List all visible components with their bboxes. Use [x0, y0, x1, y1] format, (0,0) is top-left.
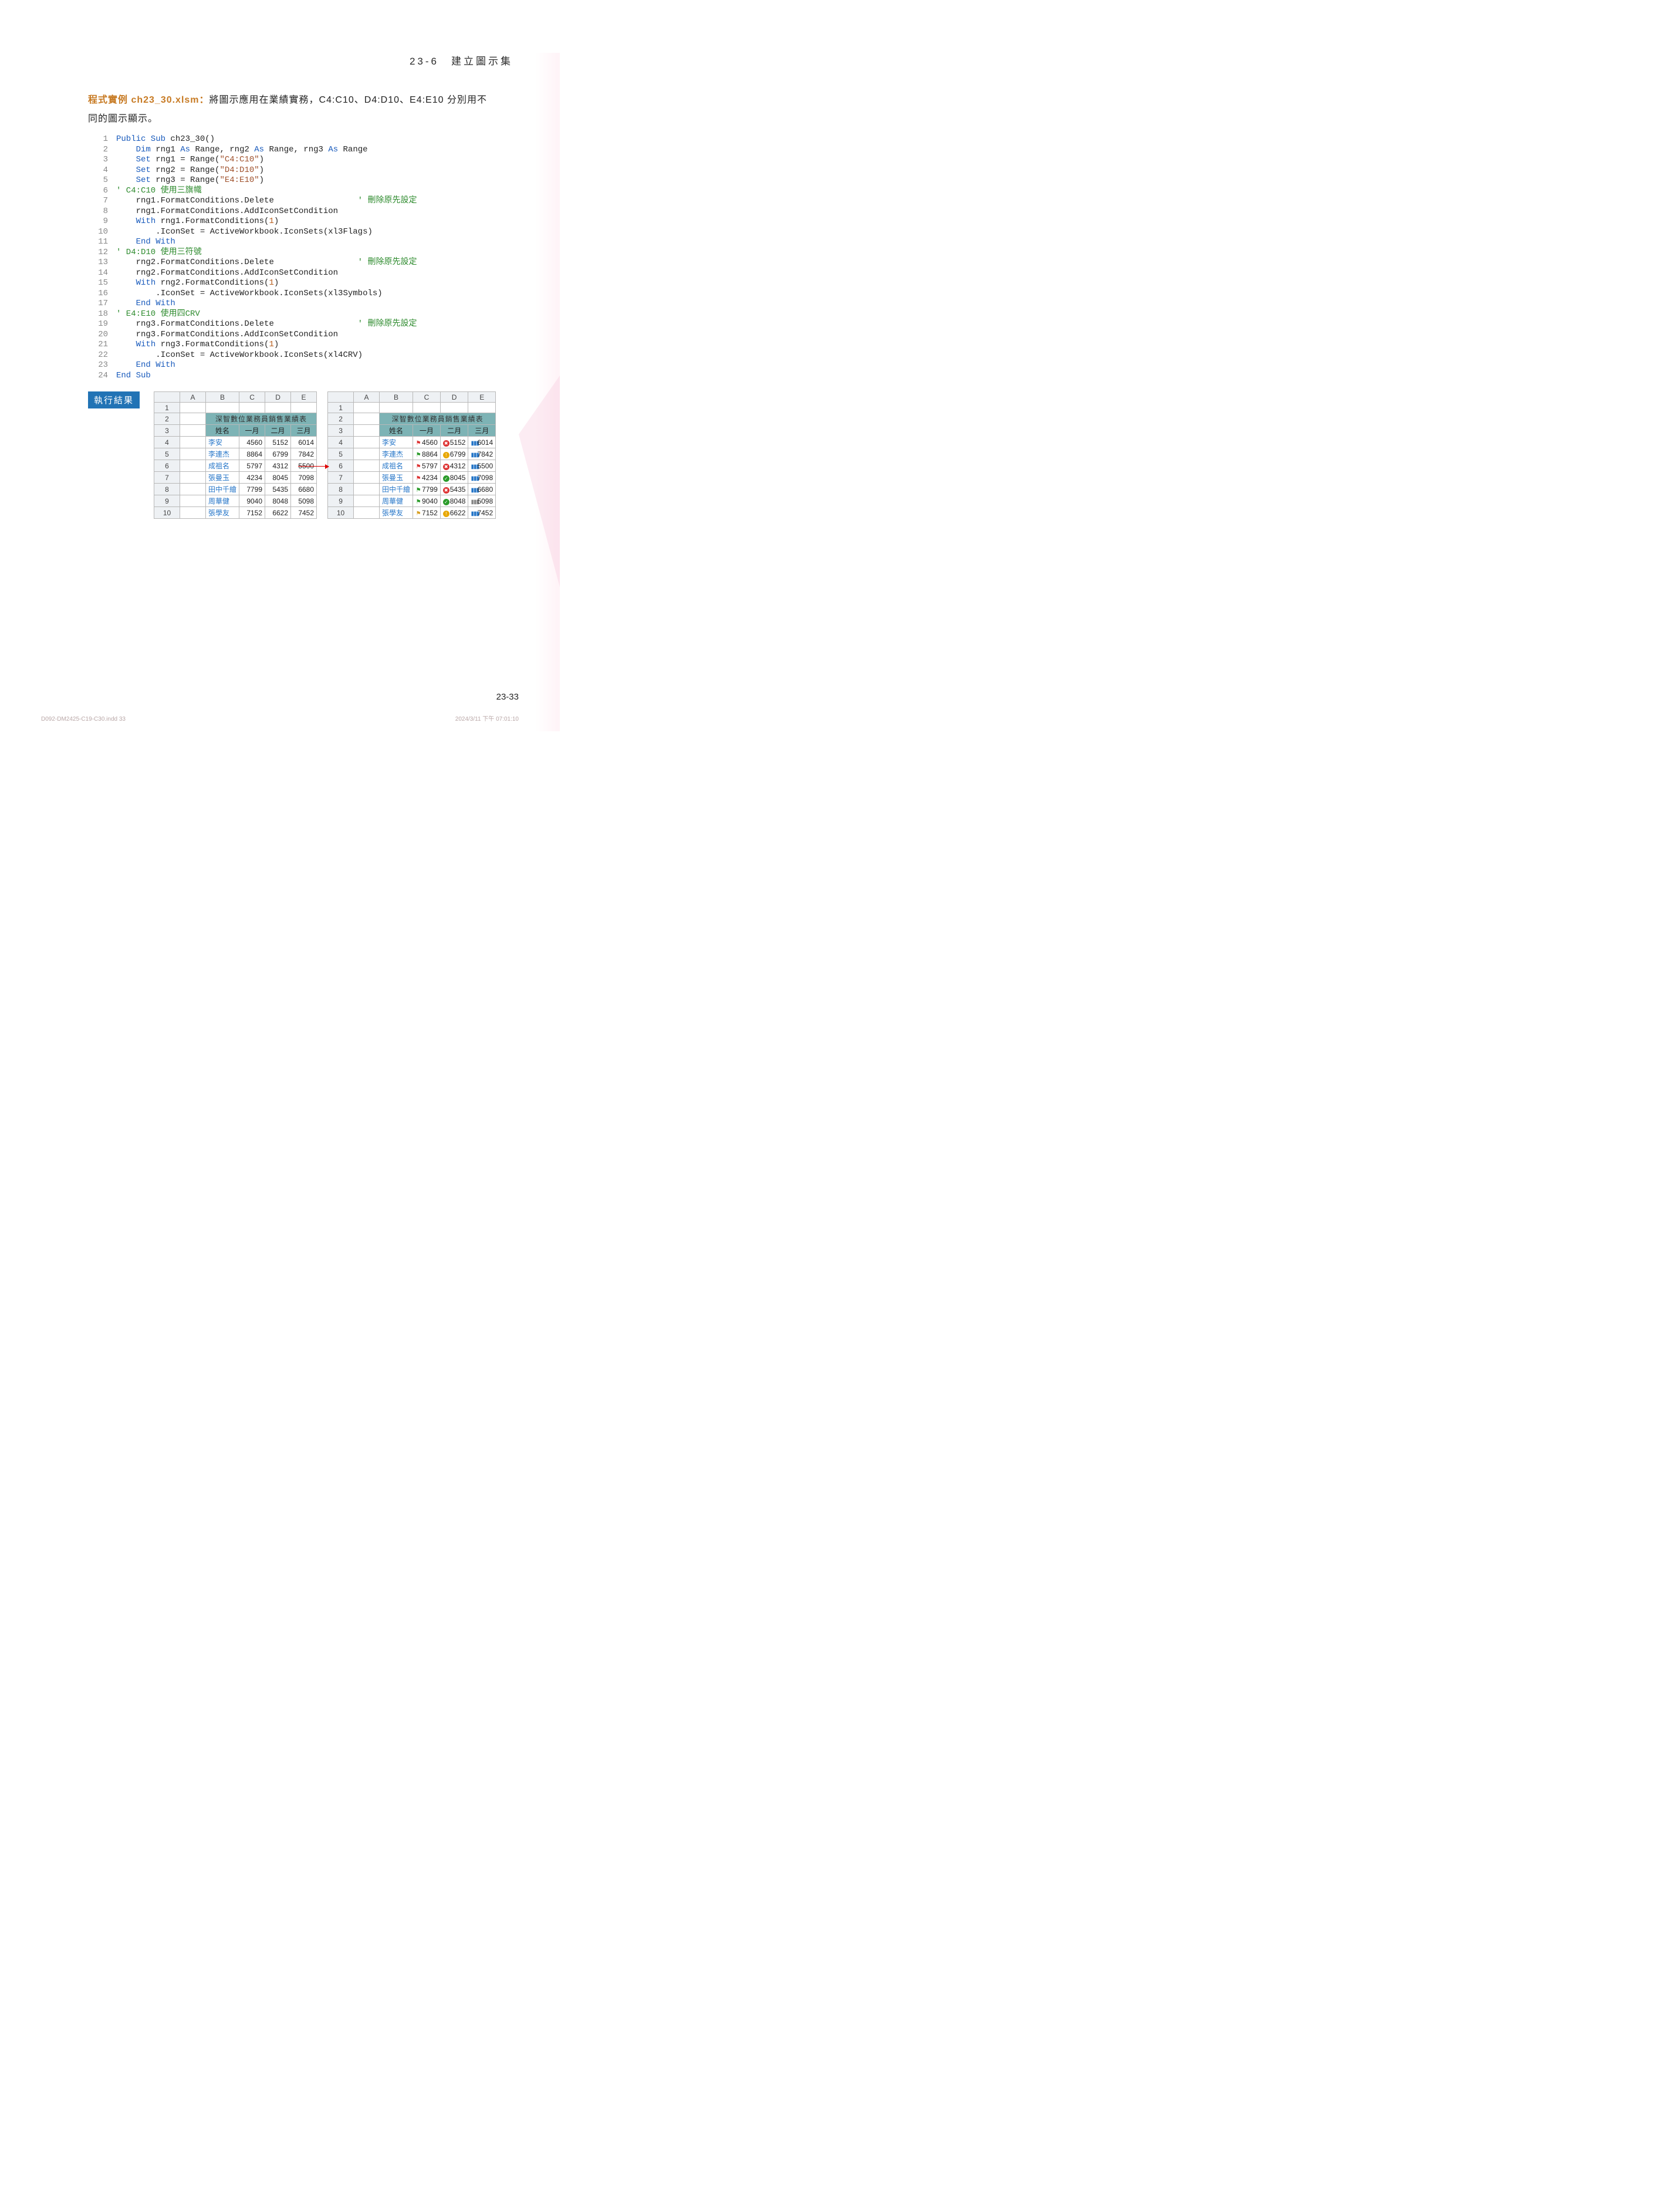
intro-text-b: 同的圖示顯示。 [88, 114, 158, 124]
intro-text-a: 將圖示應用在業績實務，C4:C10、D4:D10、E4:E10 分別用不 [209, 95, 487, 105]
intro-paragraph: 程式實例 ch23_30.xlsm：將圖示應用在業績實務，C4:C10、D4:D… [88, 91, 519, 129]
result-badge: 執行結果 [88, 391, 140, 408]
sheet-after: ABCDE12深智數位業務員銷售業績表3姓名一月二月三月4李安⚑4560✖515… [327, 391, 496, 519]
result-sheets: ABCDE12深智數位業務員銷售業績表3姓名一月二月三月4李安456051526… [154, 391, 496, 519]
indd-filename: D092-DM2425-C19-C30.indd 33 [41, 716, 126, 722]
page-number: 23-33 [496, 692, 519, 702]
sheet-before: ABCDE12深智數位業務員銷售業績表3姓名一月二月三月4李安456051526… [154, 391, 317, 519]
program-label: 程式實例 ch23_30.xlsm： [88, 95, 209, 105]
arrow-icon [298, 466, 329, 467]
indd-timestamp: 2024/3/11 下午 07:01:10 [455, 714, 519, 722]
code-listing: 1Public Sub ch23_30() 2 Dim rng1 As Rang… [92, 134, 519, 381]
section-header: 23-6 建立圖示集 [88, 53, 519, 67]
page-content: 23-6 建立圖示集 程式實例 ch23_30.xlsm：將圖示應用在業績實務，… [0, 0, 560, 554]
